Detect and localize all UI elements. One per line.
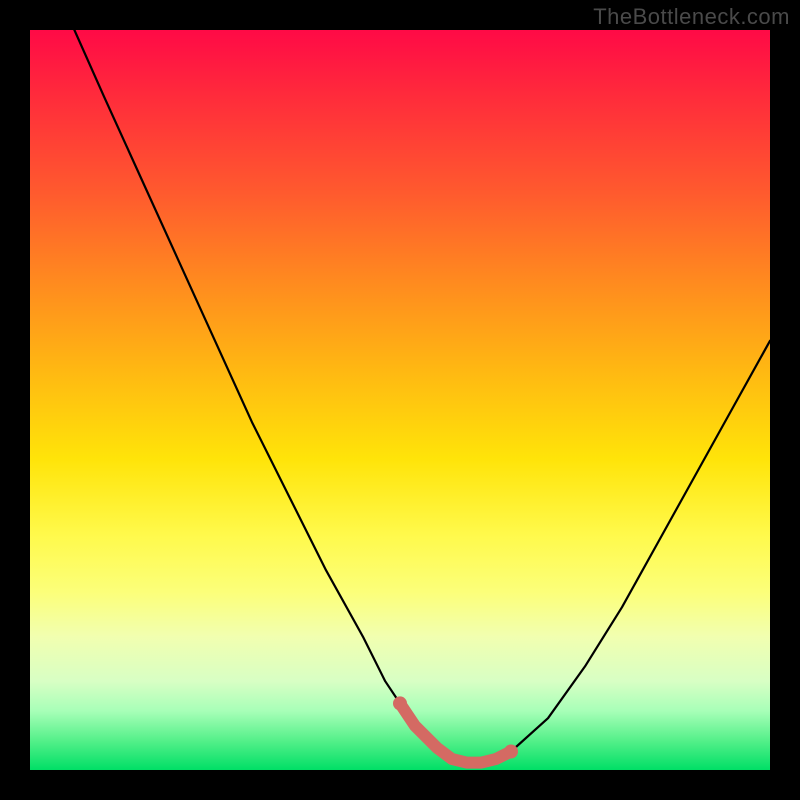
- optimal-range-highlight: [400, 703, 511, 762]
- chart-frame: TheBottleneck.com: [0, 0, 800, 800]
- plot-area: [30, 30, 770, 770]
- optimal-range-start-dot: [393, 696, 407, 710]
- watermark-text: TheBottleneck.com: [593, 4, 790, 30]
- bottleneck-curve: [74, 30, 770, 763]
- optimal-range-end-dot: [504, 745, 518, 759]
- chart-svg: [30, 30, 770, 770]
